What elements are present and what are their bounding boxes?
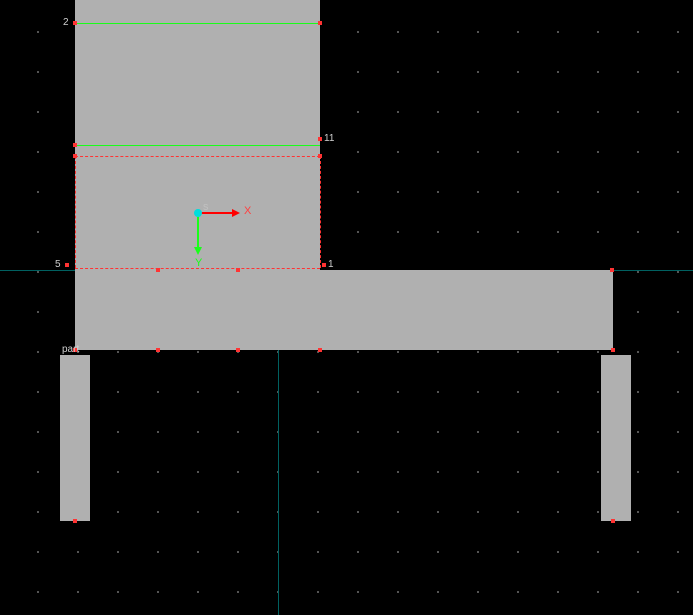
slab[interactable] <box>75 270 613 350</box>
vertex-label: 1 <box>328 259 334 270</box>
vertex-label: 5 <box>55 259 61 270</box>
leg-right[interactable] <box>601 355 631 521</box>
leg-left[interactable] <box>60 355 90 521</box>
upper-block[interactable] <box>75 0 320 270</box>
cad-viewport[interactable]: X Y s 21151 part <box>0 0 693 615</box>
vertex-point[interactable] <box>65 263 69 267</box>
vertex-label: 2 <box>63 17 69 28</box>
vertex-point[interactable] <box>322 263 326 267</box>
vertex-label: 11 <box>324 133 334 144</box>
